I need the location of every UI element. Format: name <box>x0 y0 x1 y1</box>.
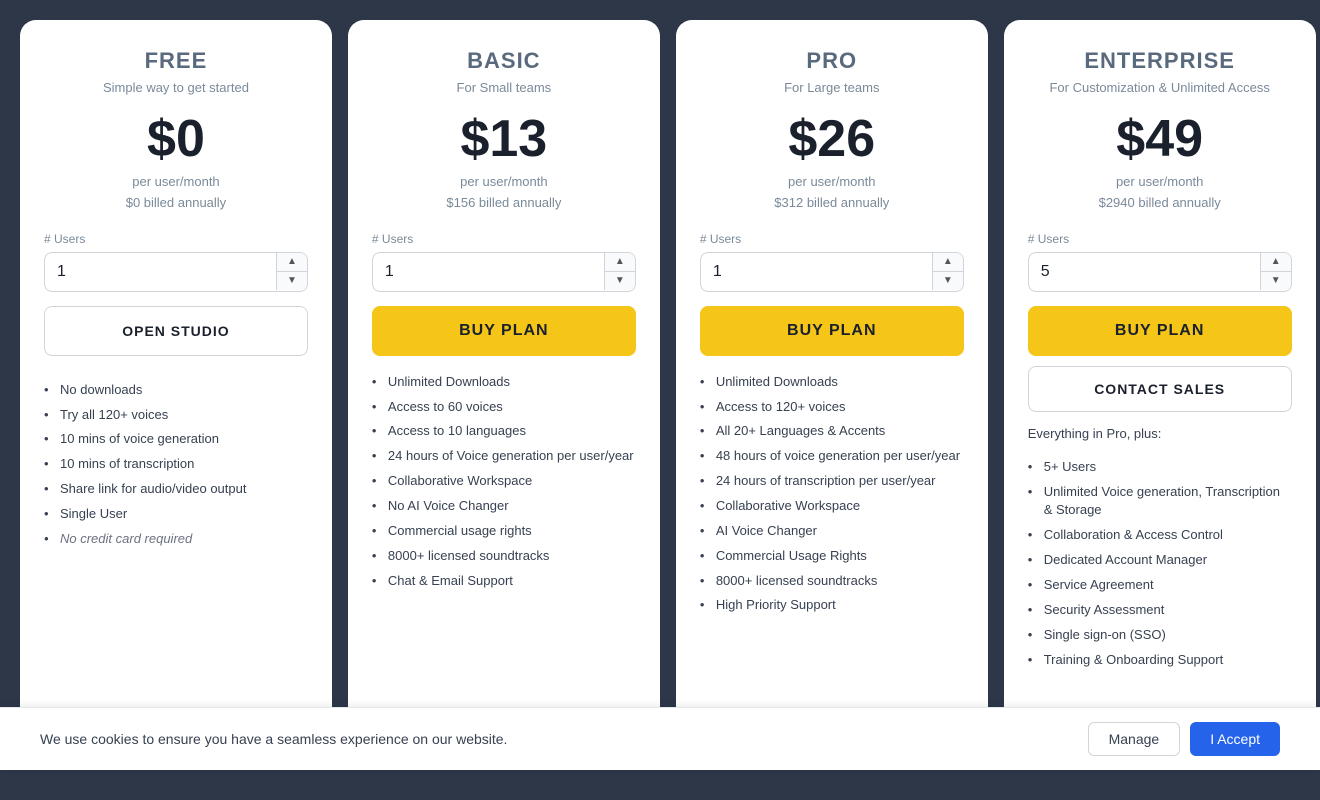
feature-item: Unlimited Voice generation, Transcriptio… <box>1028 480 1292 524</box>
cookie-buttons: Manage I Accept <box>1088 722 1280 756</box>
plan-card-free: FREE Simple way to get started $0 per us… <box>20 20 332 740</box>
feature-item: All 20+ Languages & Accents <box>700 419 964 444</box>
feature-item: Single sign-on (SSO) <box>1028 623 1292 648</box>
cta-button-free[interactable]: OPEN STUDIO <box>44 306 308 356</box>
feature-item: Chat & Email Support <box>372 569 636 594</box>
feature-item: 48 hours of voice generation per user/ye… <box>700 444 964 469</box>
users-spinners-pro: ▲ ▼ <box>932 253 963 290</box>
users-input-wrapper-pro: ▲ ▼ <box>700 252 964 292</box>
plan-price-sub-basic: per user/month$156 billed annually <box>372 172 636 214</box>
spinner-up-free[interactable]: ▲ <box>277 253 307 272</box>
feature-item: Share link for audio/video output <box>44 477 308 502</box>
users-input-wrapper-basic: ▲ ▼ <box>372 252 636 292</box>
feature-item: Single User <box>44 502 308 527</box>
features-list-pro: Unlimited DownloadsAccess to 120+ voices… <box>700 370 964 618</box>
features-header-enterprise: Everything in Pro, plus: <box>1028 426 1292 441</box>
plan-name-pro: PRO <box>700 48 964 74</box>
feature-item: Access to 120+ voices <box>700 395 964 420</box>
plan-name-free: FREE <box>44 48 308 74</box>
features-list-enterprise: 5+ UsersUnlimited Voice generation, Tran… <box>1028 455 1292 673</box>
users-label-free: # Users <box>44 232 308 246</box>
cookie-text: We use cookies to ensure you have a seam… <box>40 731 507 747</box>
users-section-enterprise: # Users ▲ ▼ <box>1028 232 1292 292</box>
features-list-free: No downloadsTry all 120+ voices10 mins o… <box>44 378 308 552</box>
feature-item: Access to 10 languages <box>372 419 636 444</box>
users-spinners-enterprise: ▲ ▼ <box>1260 253 1291 290</box>
plan-card-pro: PRO For Large teams $26 per user/month$3… <box>676 20 988 740</box>
feature-item: Commercial Usage Rights <box>700 544 964 569</box>
users-input-enterprise[interactable] <box>1029 253 1260 291</box>
users-input-pro[interactable] <box>701 253 932 291</box>
plan-tagline-basic: For Small teams <box>372 80 636 95</box>
plan-name-enterprise: ENTERPRISE <box>1028 48 1292 74</box>
feature-item: Unlimited Downloads <box>372 370 636 395</box>
users-section-free: # Users ▲ ▼ <box>44 232 308 292</box>
users-input-wrapper-enterprise: ▲ ▼ <box>1028 252 1292 292</box>
feature-item: 24 hours of Voice generation per user/ye… <box>372 444 636 469</box>
users-label-pro: # Users <box>700 232 964 246</box>
feature-item: Collaboration & Access Control <box>1028 523 1292 548</box>
cookie-banner: We use cookies to ensure you have a seam… <box>0 707 1320 770</box>
plans-container: FREE Simple way to get started $0 per us… <box>20 20 1300 740</box>
spinner-up-enterprise[interactable]: ▲ <box>1261 253 1291 272</box>
users-input-wrapper-free: ▲ ▼ <box>44 252 308 292</box>
plan-price-basic: $13 <box>372 111 636 168</box>
plan-card-enterprise: ENTERPRISE For Customization & Unlimited… <box>1004 20 1316 740</box>
plan-tagline-pro: For Large teams <box>700 80 964 95</box>
feature-item: No credit card required <box>44 527 308 552</box>
feature-item: Dedicated Account Manager <box>1028 548 1292 573</box>
plan-name-basic: BASIC <box>372 48 636 74</box>
contact-sales-button[interactable]: CONTACT SALES <box>1028 366 1292 412</box>
feature-item: High Priority Support <box>700 593 964 618</box>
feature-item: 5+ Users <box>1028 455 1292 480</box>
users-input-basic[interactable] <box>373 253 604 291</box>
plan-price-pro: $26 <box>700 111 964 168</box>
users-spinners-free: ▲ ▼ <box>276 253 307 290</box>
features-list-basic: Unlimited DownloadsAccess to 60 voicesAc… <box>372 370 636 594</box>
feature-item: AI Voice Changer <box>700 519 964 544</box>
feature-item: Collaborative Workspace <box>372 469 636 494</box>
feature-item: Training & Onboarding Support <box>1028 648 1292 673</box>
feature-item: Commercial usage rights <box>372 519 636 544</box>
accept-button[interactable]: I Accept <box>1190 722 1280 756</box>
spinner-down-free[interactable]: ▼ <box>277 272 307 290</box>
feature-item: 24 hours of transcription per user/year <box>700 469 964 494</box>
feature-item: Try all 120+ voices <box>44 403 308 428</box>
users-input-free[interactable] <box>45 253 276 291</box>
manage-button[interactable]: Manage <box>1088 722 1181 756</box>
feature-item: Access to 60 voices <box>372 395 636 420</box>
cta-button-basic[interactable]: BUY PLAN <box>372 306 636 356</box>
plan-price-enterprise: $49 <box>1028 111 1292 168</box>
spinner-down-basic[interactable]: ▼ <box>605 272 635 290</box>
plan-tagline-enterprise: For Customization & Unlimited Access <box>1028 80 1292 95</box>
spinner-down-enterprise[interactable]: ▼ <box>1261 272 1291 290</box>
users-section-basic: # Users ▲ ▼ <box>372 232 636 292</box>
users-label-basic: # Users <box>372 232 636 246</box>
feature-item: Unlimited Downloads <box>700 370 964 395</box>
users-spinners-basic: ▲ ▼ <box>604 253 635 290</box>
spinner-up-pro[interactable]: ▲ <box>933 253 963 272</box>
feature-item: 10 mins of transcription <box>44 452 308 477</box>
cta-button-enterprise[interactable]: BUY PLAN <box>1028 306 1292 356</box>
plan-price-sub-pro: per user/month$312 billed annually <box>700 172 964 214</box>
cta-button-pro[interactable]: BUY PLAN <box>700 306 964 356</box>
feature-item: Service Agreement <box>1028 573 1292 598</box>
plan-tagline-free: Simple way to get started <box>44 80 308 95</box>
spinner-down-pro[interactable]: ▼ <box>933 272 963 290</box>
plan-card-basic: BASIC For Small teams $13 per user/month… <box>348 20 660 740</box>
feature-item: No downloads <box>44 378 308 403</box>
users-section-pro: # Users ▲ ▼ <box>700 232 964 292</box>
feature-item: 8000+ licensed soundtracks <box>700 569 964 594</box>
feature-item: Security Assessment <box>1028 598 1292 623</box>
feature-item: Collaborative Workspace <box>700 494 964 519</box>
plan-price-sub-enterprise: per user/month$2940 billed annually <box>1028 172 1292 214</box>
spinner-up-basic[interactable]: ▲ <box>605 253 635 272</box>
feature-item: 8000+ licensed soundtracks <box>372 544 636 569</box>
feature-item: 10 mins of voice generation <box>44 427 308 452</box>
plan-price-sub-free: per user/month$0 billed annually <box>44 172 308 214</box>
feature-item: No AI Voice Changer <box>372 494 636 519</box>
users-label-enterprise: # Users <box>1028 232 1292 246</box>
plan-price-free: $0 <box>44 111 308 168</box>
